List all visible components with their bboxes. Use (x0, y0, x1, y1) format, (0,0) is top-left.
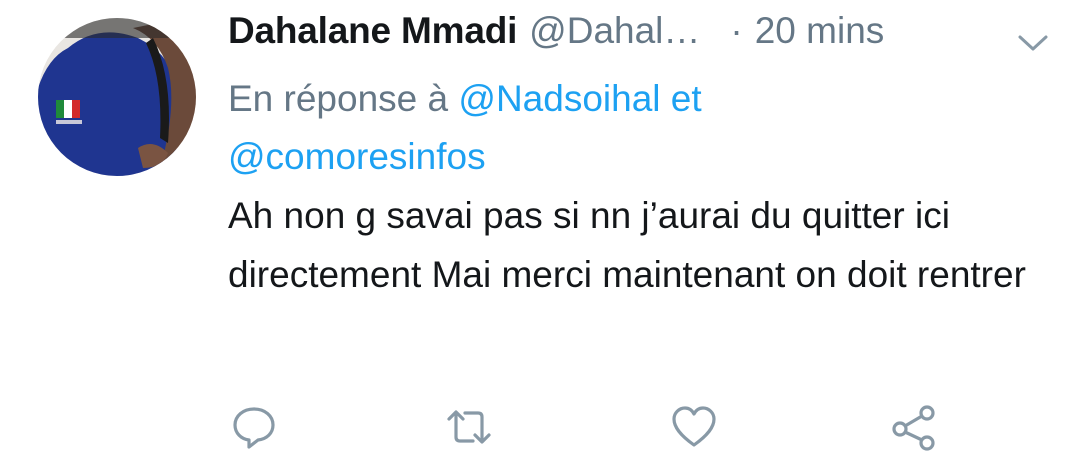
tweet-text: Ah non g savai pas si nn j’aurai du quit… (228, 195, 1026, 295)
reply-conjunction: et (670, 78, 702, 119)
tweet-content: Dahalane Mmadi @Dahal… · 20 mins En répo… (228, 10, 1048, 304)
tweet-header: Dahalane Mmadi @Dahal… · 20 mins (228, 10, 1048, 66)
author-name[interactable]: Dahalane Mmadi (228, 10, 517, 52)
share-icon[interactable] (890, 403, 938, 451)
avatar[interactable] (38, 18, 196, 176)
tweet-actions (230, 403, 950, 453)
reply-context: En réponse à @Nadsoihal et @comoresinfos (228, 70, 868, 186)
chevron-down-icon[interactable] (1016, 32, 1050, 54)
retweet-icon[interactable] (445, 403, 493, 451)
author-handle[interactable]: @Dahal… (529, 10, 700, 52)
reply-icon[interactable] (230, 403, 278, 451)
timestamp[interactable]: 20 mins (755, 10, 885, 52)
separator-dot: · (730, 10, 743, 51)
tweet-card[interactable]: Dahalane Mmadi @Dahal… · 20 mins En répo… (0, 0, 1080, 470)
reply-mention-comoresinfos[interactable]: @comoresinfos (228, 136, 486, 177)
reply-prefix: En réponse à (228, 78, 449, 119)
heart-icon[interactable] (670, 403, 718, 451)
avatar-image (38, 18, 196, 176)
reply-mention-nadsoihal[interactable]: @Nadsoihal (458, 78, 660, 119)
